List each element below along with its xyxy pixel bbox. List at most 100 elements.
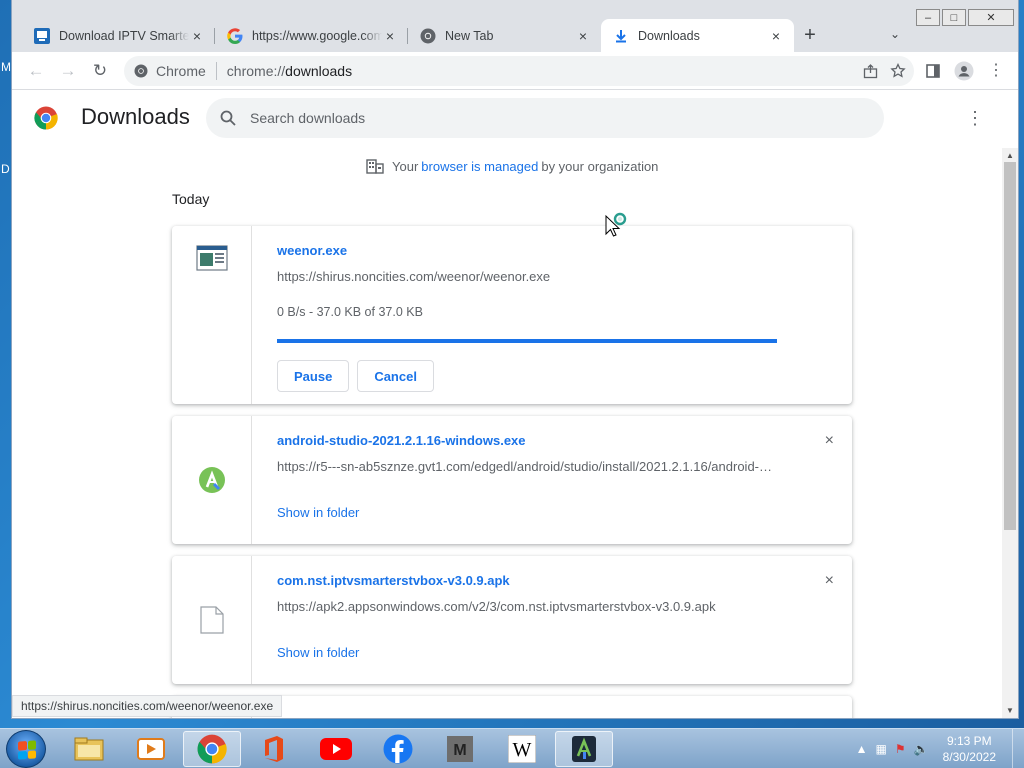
source-url[interactable]: https://shirus.noncities.com/weenor/ween…: [277, 269, 777, 284]
url-path: downloads: [285, 63, 353, 79]
clock[interactable]: 9:13 PM 8/30/2022: [943, 733, 996, 765]
profile-avatar-icon[interactable]: [954, 61, 974, 81]
remove-icon[interactable]: ×: [825, 572, 834, 590]
managed-suffix: by your organization: [541, 158, 659, 174]
tab-strip: – □ ✕ Download IPTV Smarters × https://w…: [12, 0, 1018, 52]
back-button[interactable]: ←: [20, 55, 52, 87]
download-item: weenor.exe https://shirus.noncities.com/…: [172, 226, 852, 404]
media-player-icon[interactable]: [122, 731, 180, 767]
search-input[interactable]: [250, 110, 810, 126]
show-in-folder-link[interactable]: Show in folder: [277, 645, 359, 660]
facebook-icon[interactable]: [369, 731, 427, 767]
clock-date: 8/30/2022: [942, 750, 996, 764]
svg-text:W: W: [513, 739, 532, 761]
wikipedia-icon[interactable]: W: [493, 731, 551, 767]
google-icon: [227, 27, 243, 44]
system-tray: ▲ ▦ ⚑ 🔈 9:13 PM 8/30/2022: [856, 729, 1024, 768]
volume-icon[interactable]: 🔈: [914, 742, 929, 756]
exe-file-icon: [195, 245, 228, 271]
pause-button[interactable]: Pause: [277, 360, 350, 392]
tab-iptv[interactable]: Download IPTV Smarters ×: [22, 19, 215, 52]
windows-logo-icon: [18, 740, 36, 760]
managed-link[interactable]: browser is managed: [421, 159, 538, 174]
cancel-button[interactable]: Cancel: [357, 360, 434, 392]
search-box[interactable]: [206, 98, 884, 138]
show-hidden-icons-icon[interactable]: ▲: [856, 742, 868, 756]
reload-button[interactable]: ↻: [84, 55, 116, 87]
browser-window: – □ ✕ Download IPTV Smarters × https://w…: [12, 0, 1018, 718]
youtube-icon[interactable]: [307, 731, 365, 767]
taskbar: M W ▲ ▦ ⚑ 🔈 9:13 PM 8/30/2022: [0, 728, 1024, 768]
forward-button[interactable]: →: [52, 55, 84, 87]
managed-notice: Your browser is managed by your organiza…: [366, 158, 658, 174]
close-window-button[interactable]: ✕: [968, 9, 1014, 26]
file-icon: [199, 606, 224, 634]
link-status-bubble: https://shirus.noncities.com/weenor/ween…: [12, 695, 283, 717]
url-scheme: chrome://: [226, 63, 286, 79]
tab-title: New Tab: [445, 28, 494, 43]
download-item: com.nst.iptvsmarterstvbox-v3.0.9.apk htt…: [172, 556, 852, 684]
file-name-link[interactable]: com.nst.iptvsmarterstvbox-v3.0.9.apk: [277, 573, 510, 588]
android-studio-icon[interactable]: [555, 731, 613, 767]
tab-search-chevron-icon[interactable]: ⌄: [890, 27, 900, 41]
url-text[interactable]: chrome://downloads: [227, 63, 352, 79]
clock-time: 9:13 PM: [946, 734, 992, 748]
download-icon: [613, 28, 629, 44]
tab-new-tab[interactable]: New Tab ×: [408, 19, 601, 52]
tab-close-icon[interactable]: ×: [189, 28, 205, 44]
show-desktop-button[interactable]: [1012, 729, 1024, 768]
tab-close-icon[interactable]: ×: [382, 28, 398, 44]
android-studio-icon: [198, 467, 225, 493]
vertical-scrollbar[interactable]: ▲ ▼: [1002, 148, 1018, 718]
chrome-icon: [134, 64, 148, 78]
iptv-favicon-icon: [34, 27, 50, 44]
bookmark-star-icon[interactable]: [890, 63, 906, 79]
file-explorer-icon[interactable]: [60, 731, 118, 767]
scroll-down-icon[interactable]: ▼: [1006, 706, 1014, 715]
minimize-button[interactable]: –: [916, 9, 940, 26]
tab-downloads[interactable]: Downloads ×: [601, 19, 794, 52]
window-controls: – □ ✕: [916, 9, 1014, 26]
busy-cursor-icon: [605, 212, 627, 237]
scrollbar-thumb[interactable]: [1004, 162, 1016, 530]
desktop-icon-label: M: [1, 60, 11, 74]
side-panel-icon[interactable]: [926, 64, 940, 78]
downloads-header: Downloads ⋮: [12, 90, 1018, 146]
tab-close-icon[interactable]: ×: [575, 28, 591, 44]
file-name-link[interactable]: android-studio-2021.2.1.16-windows.exe: [277, 433, 526, 448]
office-icon[interactable]: [245, 731, 303, 767]
tab-close-icon[interactable]: ×: [768, 28, 784, 44]
tab-title: Downloads: [638, 28, 700, 43]
site-chip[interactable]: Chrome: [134, 63, 206, 79]
download-status: 0 B/s - 37.0 KB of 37.0 KB: [277, 305, 423, 319]
more-actions-icon[interactable]: ⋮: [966, 108, 984, 129]
chrome-icon[interactable]: [183, 731, 241, 767]
chrome-logo-icon: [34, 106, 58, 130]
toolbar: ← → ↻ Chrome chrome://downloads ⋮: [12, 52, 1018, 90]
page-title: Downloads: [81, 104, 190, 129]
share-icon[interactable]: [863, 63, 878, 79]
tab-title: Download IPTV Smarters: [59, 28, 189, 43]
source-url[interactable]: https://apk2.appsonwindows.com/v2/3/com.…: [277, 599, 777, 614]
m-app-icon[interactable]: M: [431, 731, 489, 767]
chrome-menu-icon[interactable]: ⋮: [988, 63, 1004, 79]
building-icon: [366, 159, 384, 174]
show-in-folder-link[interactable]: Show in folder: [277, 505, 359, 520]
new-tab-button[interactable]: +: [794, 19, 826, 52]
tab-title: https://www.google.com: [252, 28, 382, 43]
file-name-link[interactable]: weenor.exe: [277, 243, 347, 258]
managed-prefix: Your: [392, 158, 419, 174]
svg-text:M: M: [453, 742, 466, 759]
progress-bar: [277, 339, 777, 343]
maximize-button[interactable]: □: [942, 9, 966, 26]
remove-icon[interactable]: ×: [825, 432, 834, 450]
action-center-flag-icon[interactable]: ⚑: [895, 742, 906, 756]
date-section-header: Today: [172, 191, 210, 207]
source-url[interactable]: https://r5---sn-ab5sznze.gvt1.com/edgedl…: [277, 459, 777, 474]
start-button[interactable]: [6, 730, 46, 768]
network-icon[interactable]: ▦: [876, 742, 887, 756]
downloads-page: Downloads ⋮ Your browser is managed by y…: [12, 90, 1018, 718]
tab-google[interactable]: https://www.google.com ×: [215, 19, 408, 52]
omnibox[interactable]: Chrome chrome://downloads: [124, 56, 914, 86]
scroll-up-icon[interactable]: ▲: [1006, 151, 1014, 160]
